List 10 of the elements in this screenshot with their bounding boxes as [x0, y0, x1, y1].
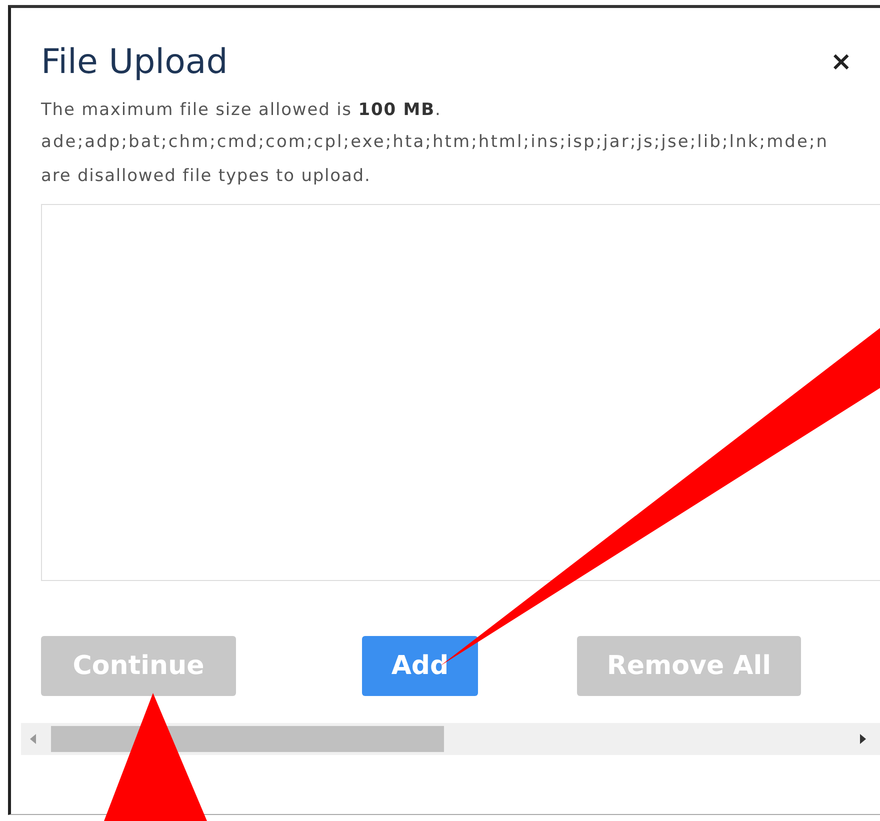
size-note: The maximum file size allowed is 100 MB.: [41, 100, 442, 120]
scroll-left-icon[interactable]: [28, 733, 38, 745]
scroll-right-icon[interactable]: [858, 733, 868, 745]
close-button[interactable]: ×: [828, 47, 854, 77]
dialog-title: File Upload: [41, 42, 228, 82]
add-button[interactable]: Add: [362, 636, 478, 696]
file-types-list: ade;adp;bat;chm;cmd;com;cpl;exe;hta;htm;html;ins;isp;jar;js;jse;lib;lnk;mde;n: [41, 132, 880, 152]
scrollbar-thumb[interactable]: [51, 726, 444, 752]
horizontal-scrollbar[interactable]: [21, 723, 880, 755]
disallowed-note: are disallowed file types to upload.: [41, 166, 372, 186]
